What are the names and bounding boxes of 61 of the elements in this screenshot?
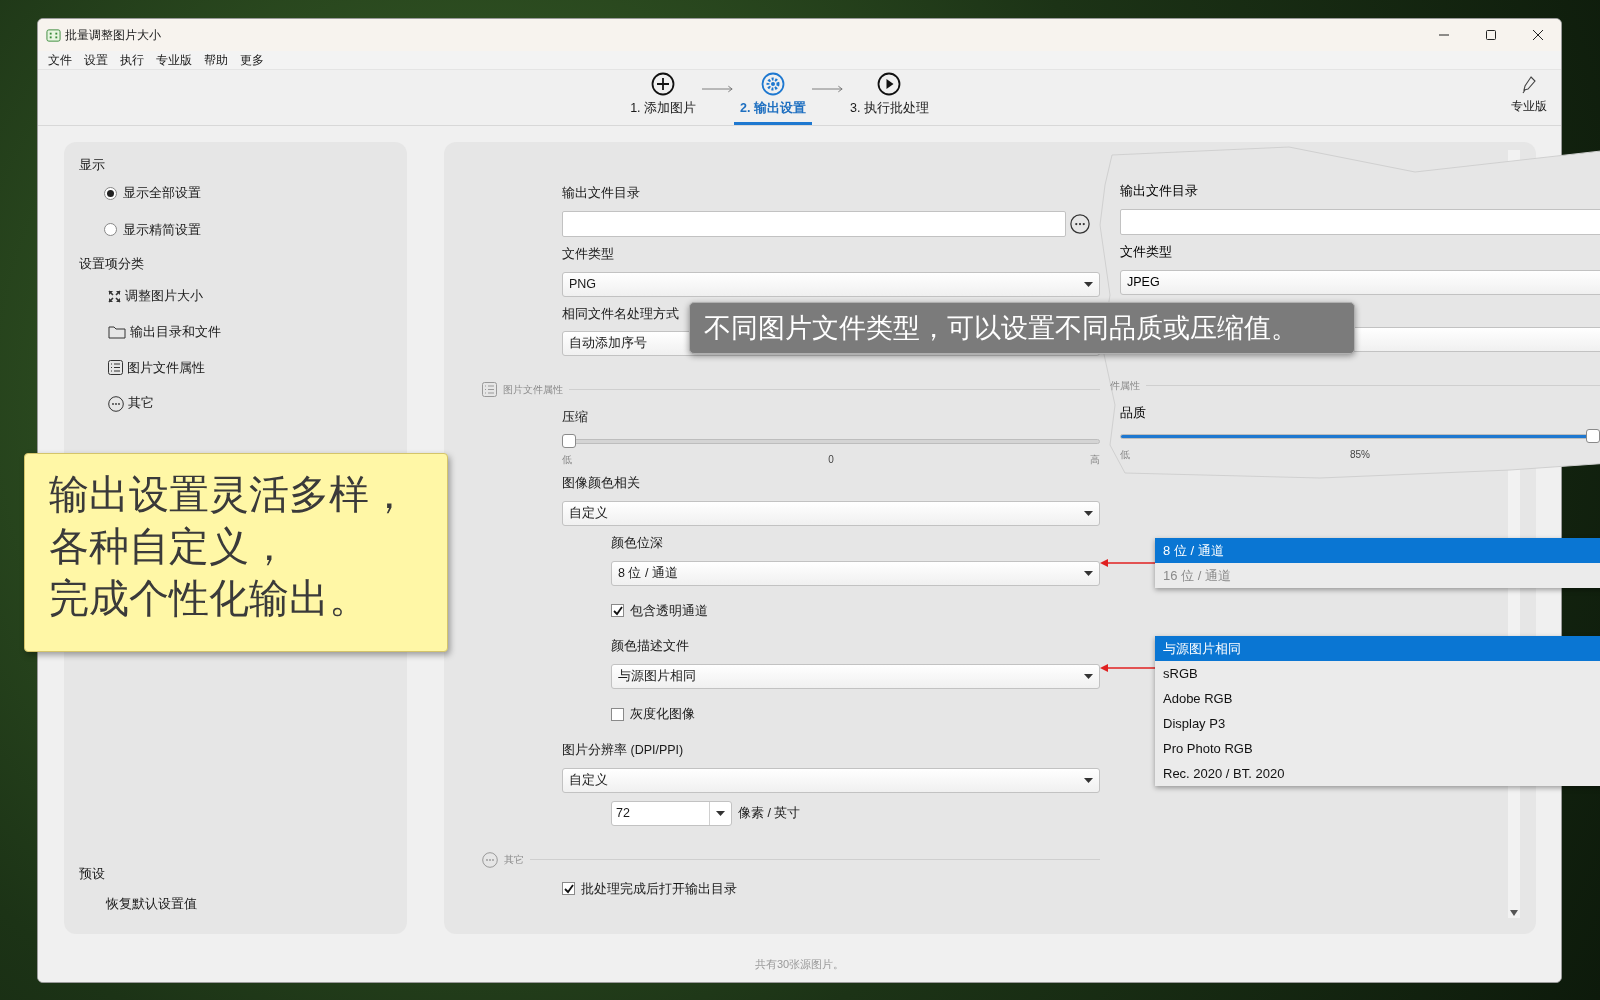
slider-max-label: 高 <box>1090 453 1100 467</box>
section-title: 其它 <box>504 853 524 867</box>
field-label: 压缩 <box>562 409 588 427</box>
dropdown-option[interactable]: sRGB <box>1155 661 1600 686</box>
section-heading: 预设 <box>79 865 106 883</box>
menu-item[interactable]: 文件 <box>42 51 78 69</box>
step-tab[interactable]: 1. 添加图片 <box>624 72 703 125</box>
unit-label: 像素 / 英寸 <box>738 804 801 822</box>
dropdown-option[interactable]: Rec. 2020 / BT. 2020 <box>1155 761 1600 786</box>
field-label: 颜色位深 <box>611 534 663 552</box>
callout-note: 输出设置灵活多样， 各种自定义， 完成个性化输出。 <box>24 453 448 652</box>
dropdown-option[interactable]: 与源图片相同 <box>1155 636 1600 661</box>
tooltip: 不同图片文件类型，可以设置不同品质或压缩值。 <box>689 302 1355 354</box>
step-tab[interactable]: 3. 执行批处理 <box>843 72 935 125</box>
field-label: 图片分辨率 (DPI/PPI) <box>562 741 684 759</box>
dropdown-option[interactable]: 8 位 / 通道 <box>1155 538 1600 563</box>
radio-label: 显示精简设置 <box>123 221 201 239</box>
section-heading: 设置项分类 <box>79 256 145 274</box>
section-title: 图片文件属性 <box>503 383 563 398</box>
menu-item[interactable]: 设置 <box>78 51 114 69</box>
slider-min-label: 低 <box>562 453 572 467</box>
status-text: 共有30张源图片。 <box>754 957 845 973</box>
slider-min-label: 低 <box>1120 448 1130 463</box>
dropdown[interactable]: PNG <box>562 271 1100 297</box>
field-label: 相同文件名处理方式 <box>562 305 679 323</box>
checkbox-label: 灰度化图像 <box>630 706 695 723</box>
menu-item[interactable]: 帮助 <box>198 51 234 69</box>
dropdown[interactable]: 与源图片相同 <box>611 664 1100 689</box>
radio-label: 显示全部设置 <box>123 184 201 202</box>
number-combo[interactable]: 72 <box>611 800 732 826</box>
dropdown-option[interactable]: Pro Photo RGB <box>1155 736 1600 761</box>
field-label: 文件类型 <box>562 245 614 263</box>
dropdown-option[interactable]: Display P3 <box>1155 711 1600 736</box>
menu-item[interactable]: 专业版 <box>150 51 198 69</box>
section-title: 件属性 <box>1110 378 1140 393</box>
pro-edition-button[interactable]: 专业版 <box>1511 76 1547 115</box>
field-label: 文件类型 <box>1120 243 1172 261</box>
slider-value: 0 <box>828 453 834 467</box>
checkbox-label: 批处理完成后打开输出目录 <box>581 880 737 898</box>
sidebar-item[interactable]: 其它 <box>108 394 154 413</box>
window-title: 批量调整图片大小 <box>65 27 161 44</box>
field-label: 图像颜色相关 <box>562 475 640 492</box>
checkbox-label: 包含透明通道 <box>630 602 708 620</box>
sidebar-item[interactable]: 输出目录和文件 <box>108 322 221 342</box>
field-label: 品质 <box>1120 404 1146 422</box>
slider-value: 85% <box>1350 448 1370 463</box>
menu-item[interactable]: 执行 <box>114 51 150 69</box>
section-heading: 显示 <box>79 157 106 174</box>
dropdown[interactable]: 自定义 <box>562 500 1100 526</box>
sidebar-item[interactable]: 恢复默认设置值 <box>106 895 197 914</box>
field-label: 输出文件目录 <box>562 185 640 202</box>
sidebar-item[interactable]: 调整图片大小 <box>108 287 203 306</box>
dropdown[interactable]: 8 位 / 通道 <box>611 560 1100 586</box>
sidebar-item[interactable]: 图片文件属性 <box>108 358 205 378</box>
field-label: 输出文件目录 <box>1120 183 1198 200</box>
dropdown[interactable]: JPEG <box>1120 269 1600 295</box>
dropdown-option[interactable]: Adobe RGB <box>1155 686 1600 711</box>
field-label: 颜色描述文件 <box>611 638 689 656</box>
menu-item[interactable]: 更多 <box>234 51 270 69</box>
dropdown[interactable]: 自定义 <box>562 767 1100 793</box>
step-tab[interactable]: 2. 输出设置 <box>734 72 812 125</box>
